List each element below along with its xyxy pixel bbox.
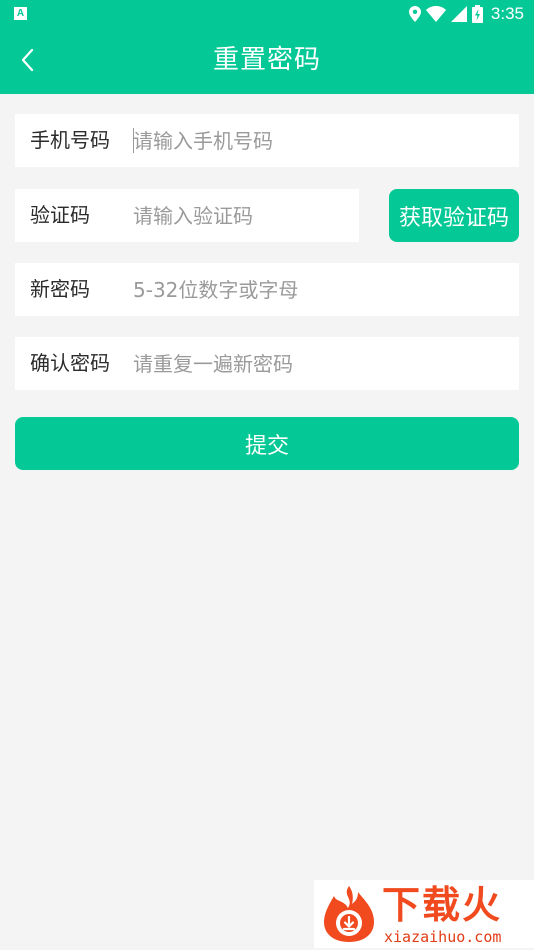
code-label: 验证码: [30, 203, 90, 227]
location-icon: [408, 6, 421, 22]
phone-input[interactable]: [133, 122, 503, 159]
confirm-password-label: 确认密码: [30, 351, 110, 375]
wifi-icon: [425, 6, 446, 22]
flame-logo-icon: [324, 886, 374, 942]
app-notification-icon: A: [14, 7, 27, 20]
watermark-logo: 下载火 xiazaihuo.com: [314, 880, 534, 948]
status-time: 3:35: [490, 4, 524, 23]
phone-label: 手机号码: [30, 128, 110, 152]
new-password-input[interactable]: [133, 271, 503, 308]
page-title: 重置密码: [212, 45, 321, 75]
app-header: A 3:35 重置密码: [0, 0, 534, 94]
battery-icon: [471, 5, 483, 23]
watermark-domain: xiazaihuo.com: [384, 928, 502, 946]
status-icons: 3:35: [408, 2, 524, 26]
confirm-password-field[interactable]: 确认密码: [15, 337, 519, 390]
status-bar: A 3:35: [0, 0, 534, 28]
confirm-password-input[interactable]: [133, 345, 503, 382]
watermark-brand: 下载火: [382, 883, 503, 927]
code-input[interactable]: [133, 197, 348, 234]
get-code-button[interactable]: 获取验证码: [389, 189, 519, 242]
submit-button[interactable]: 提交: [15, 417, 519, 470]
new-password-label: 新密码: [30, 277, 90, 301]
new-password-field[interactable]: 新密码: [15, 263, 519, 316]
code-field[interactable]: 验证码: [15, 189, 359, 242]
signal-icon: [450, 6, 467, 22]
phone-field[interactable]: 手机号码: [15, 114, 519, 167]
